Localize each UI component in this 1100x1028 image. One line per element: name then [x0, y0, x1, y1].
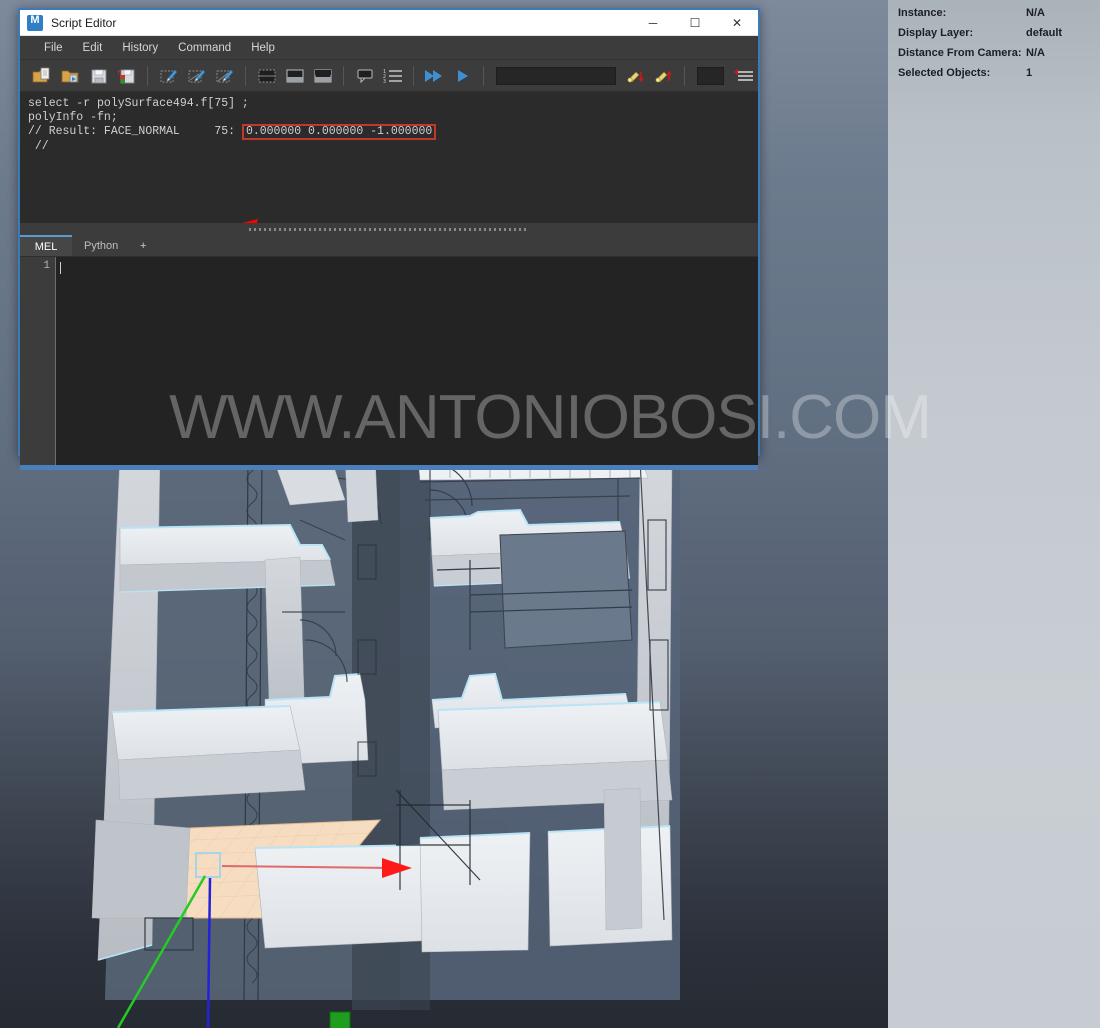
status-label: Display Layer: [898, 27, 974, 39]
status-label: Instance: [898, 7, 947, 19]
toolbar-separator [482, 65, 484, 86]
code-input-area[interactable] [56, 257, 758, 465]
clear-all-icon[interactable] [213, 64, 237, 88]
status-value: N/A [1026, 47, 1045, 59]
floor-left-lower [254, 844, 441, 949]
window-controls: ─ ☐ ✕ [632, 10, 758, 36]
svg-text:3: 3 [383, 79, 386, 84]
splitter-grip [249, 227, 529, 231]
window-status-strip [20, 465, 758, 470]
menubar: File Edit History Command Help [20, 36, 758, 60]
line-numbers-icon[interactable]: 1 2 3 [381, 64, 405, 88]
manipulator-green-handle [329, 1011, 351, 1028]
execute-all-icon[interactable] [422, 64, 446, 88]
save-script-icon[interactable] [87, 64, 111, 88]
clear-history-icon[interactable] [156, 64, 180, 88]
show-tooltip-icon[interactable] [352, 64, 376, 88]
status-value: 1 [1026, 67, 1033, 79]
color-swatch[interactable] [697, 66, 724, 85]
menu-edit[interactable]: Edit [73, 36, 113, 60]
output-line: select -r polySurface494.f[75] ; [28, 97, 249, 110]
status-list: Instance: N/A Display Layer: default Dis… [888, 3, 1100, 83]
app-root: Instance: N/A Display Layer: default Dis… [0, 0, 1100, 1028]
window-titlebar[interactable]: Script Editor ─ ☐ ✕ [20, 10, 758, 36]
menu-command[interactable]: Command [168, 36, 241, 60]
toolbar-separator [413, 65, 415, 86]
save-script-as-icon[interactable]: f [115, 64, 139, 88]
status-label: Selected Objects: [898, 67, 991, 79]
tab-add-new[interactable]: + [130, 235, 157, 256]
editor-tabstrip: MEL Python + [20, 235, 758, 257]
execute-selection-icon[interactable] [450, 64, 474, 88]
line-number-gutter: 1 [20, 257, 56, 465]
pane-splitter[interactable] [20, 223, 758, 235]
search-up-icon[interactable] [652, 64, 676, 88]
status-row-selected-objects: Selected Objects: 1 [898, 63, 1100, 83]
text-caret [60, 261, 61, 274]
output-line-terminator: // [28, 140, 49, 154]
red-annotation-arrow [242, 219, 258, 223]
status-label: Distance From Camera: [898, 47, 1022, 59]
output-result-line: // Result: FACE_NORMAL 75: 0.000000 0.00… [24, 124, 758, 141]
menu-file[interactable]: File [34, 36, 73, 60]
close-button[interactable]: ✕ [716, 10, 758, 36]
script-input-pane[interactable]: 1 [20, 257, 758, 465]
output-line: polyInfo -fn; [28, 110, 118, 124]
window-title: Script Editor [51, 15, 117, 30]
room-right-inner [499, 530, 633, 649]
result-value-highlight: 0.000000 0.000000 -1.000000 [241, 124, 437, 141]
heads-up-display-panel: Instance: N/A Display Layer: default Dis… [888, 0, 1100, 1028]
options-menu-icon[interactable] [732, 64, 756, 88]
toolbar-separator [343, 65, 345, 86]
layout-single-icon[interactable] [254, 64, 278, 88]
floor-right-lower-a [419, 832, 531, 953]
tab-mel[interactable]: MEL [20, 235, 72, 256]
status-value: N/A [1026, 7, 1045, 19]
toolbar-separator [245, 65, 247, 86]
script-output-pane[interactable]: select -r polySurface494.f[75] ; polyInf… [20, 92, 758, 223]
clear-input-icon[interactable] [185, 64, 209, 88]
script-editor-window[interactable]: Script Editor ─ ☐ ✕ File Edit History Co… [18, 8, 760, 470]
maya-app-icon [27, 14, 43, 31]
maximize-button[interactable]: ☐ [674, 10, 716, 36]
layout-split-horizontal-icon[interactable] [283, 64, 307, 88]
floor-right-slab [437, 701, 669, 771]
search-down-icon[interactable] [624, 64, 648, 88]
minimize-button[interactable]: ─ [632, 10, 674, 36]
result-prefix: // Result: FACE_NORMAL 75: [28, 125, 242, 139]
open-script-icon[interactable] [58, 64, 82, 88]
toolbar-separator [684, 65, 686, 86]
svg-text:f: f [117, 70, 121, 77]
status-row-display-layer: Display Layer: default [898, 23, 1100, 43]
tab-python[interactable]: Python [72, 235, 131, 256]
toolbar: f 1 2 3 [20, 60, 758, 92]
toolbar-separator [147, 65, 149, 86]
menu-help[interactable]: Help [241, 36, 285, 60]
status-row-distance-from-camera: Distance From Camera: N/A [898, 43, 1100, 63]
line-number: 1 [43, 260, 50, 272]
menu-history[interactable]: History [112, 36, 168, 60]
new-script-icon[interactable] [30, 64, 54, 88]
search-input[interactable] [495, 66, 616, 85]
status-value: default [1026, 27, 1063, 39]
status-row-instance: Instance: N/A [898, 3, 1100, 23]
layout-split-vertical-icon[interactable] [311, 64, 335, 88]
